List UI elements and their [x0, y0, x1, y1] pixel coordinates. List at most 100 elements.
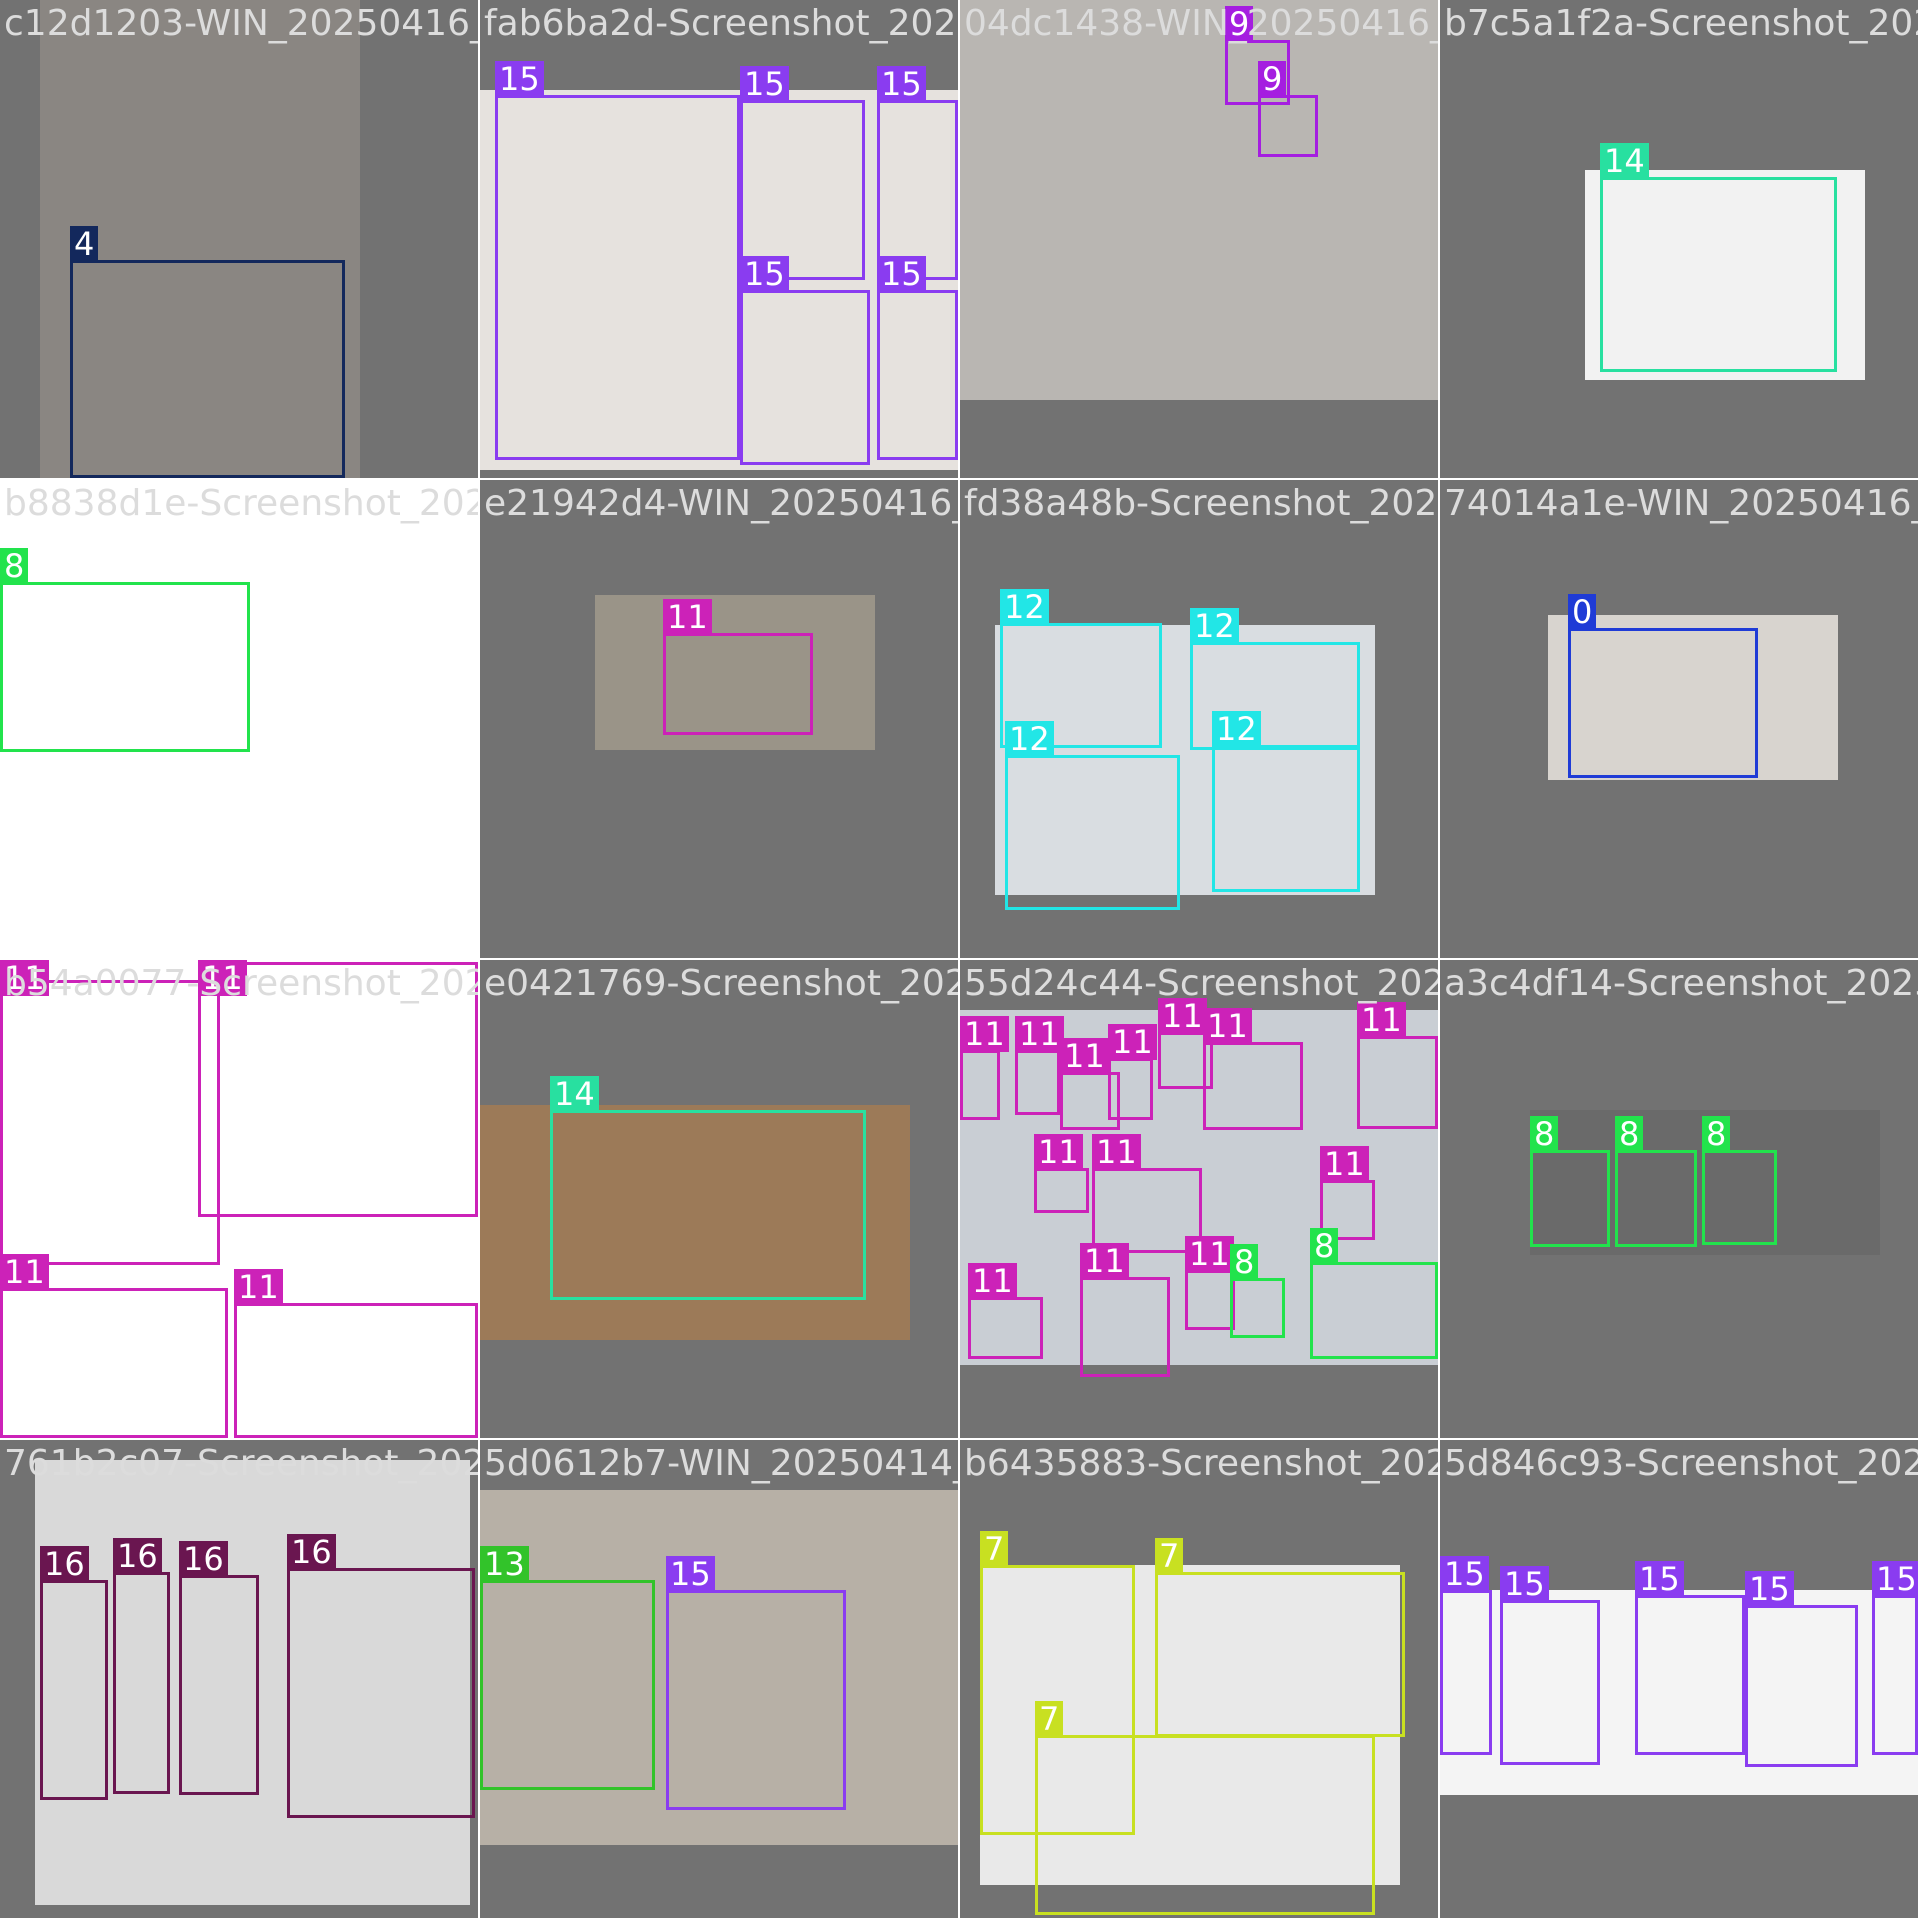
tile-filename: b7c5a1f2a-Screenshot_2025- [1444, 3, 1918, 44]
tile-filename: 761b2c07-Screenshot_2025 [4, 1443, 478, 1484]
bbox-class-7 [1155, 1572, 1405, 1737]
bbox-class-4 [70, 260, 345, 478]
bbox-class-label: 16 [287, 1534, 336, 1570]
bbox-class-label: 11 [1108, 1024, 1157, 1060]
bbox-class-16 [113, 1572, 170, 1794]
bbox-class-15 [877, 290, 958, 460]
bbox-class-11 [0, 1288, 228, 1438]
bbox-class-label: 8 [1702, 1116, 1731, 1152]
mosaic-tile: e0421769-Screenshot_2025 14 [480, 960, 958, 1438]
mosaic-tile: e21942d4-WIN_20250416_0 11 [480, 480, 958, 958]
bbox-class-label: 15 [1440, 1556, 1489, 1592]
bbox-class-8 [1310, 1262, 1438, 1359]
bbox-class-label: 11 [1320, 1146, 1369, 1182]
bbox-class-12 [1212, 745, 1360, 892]
bbox-class-11 [234, 1303, 478, 1438]
mosaic-tile: 761b2c07-Screenshot_2025 16 16 16 16 [0, 1440, 478, 1918]
mosaic-tile: b8838d1e-Screenshot_2025 8 [0, 480, 478, 958]
bbox-class-label: 15 [1872, 1561, 1918, 1597]
tile-photo [960, 0, 1438, 400]
bbox-class-16 [179, 1575, 259, 1795]
mosaic-tile: b6435883-Screenshot_2025- 7 7 7 [960, 1440, 1438, 1918]
bbox-class-label: 11 [1034, 1134, 1083, 1170]
bbox-class-11 [968, 1297, 1043, 1359]
bbox-class-label: 12 [1005, 721, 1054, 757]
bbox-class-label: 11 [663, 599, 712, 635]
bbox-class-15 [1745, 1605, 1858, 1767]
tile-filename: e21942d4-WIN_20250416_0 [484, 483, 958, 524]
bbox-class-label: 8 [1530, 1116, 1559, 1152]
bbox-class-label: 15 [1745, 1571, 1794, 1607]
bbox-class-label: 11 [234, 1269, 283, 1305]
bbox-class-13 [480, 1580, 655, 1790]
bbox-class-label: 8 [0, 548, 29, 584]
bbox-class-11 [1108, 1058, 1153, 1120]
bbox-class-15 [666, 1590, 846, 1810]
bbox-class-label: 8 [1310, 1228, 1339, 1264]
tile-filename: 55d24c44-Screenshot_2025 [964, 963, 1438, 1004]
mosaic-tile: 5d0612b7-WIN_20250414_1 13 15 [480, 1440, 958, 1918]
bbox-class-8 [1230, 1278, 1285, 1338]
bbox-class-16 [287, 1568, 475, 1818]
bbox-class-label: 4 [70, 226, 99, 262]
bbox-class-label: 16 [40, 1546, 89, 1582]
bbox-class-8 [0, 582, 250, 752]
bbox-class-label: 11 [1015, 1016, 1064, 1052]
bbox-class-15 [877, 100, 958, 280]
bbox-class-8 [1615, 1150, 1697, 1247]
mosaic-tile: 74014a1e-WIN_20250416_0 0 [1440, 480, 1918, 958]
bbox-class-label: 12 [1190, 608, 1239, 644]
bbox-class-11 [960, 1050, 1000, 1120]
bbox-class-15 [740, 290, 870, 465]
bbox-class-label: 11 [968, 1263, 1017, 1299]
tile-filename: fd38a48b-Screenshot_2025- [964, 483, 1438, 524]
tile-filename: 5d0612b7-WIN_20250414_1 [484, 1443, 958, 1484]
bbox-class-label: 12 [1000, 589, 1049, 625]
bbox-class-15 [1500, 1600, 1600, 1765]
bbox-class-15 [740, 100, 865, 280]
tile-filename: 04dc1438-WIN_20250416_0 [964, 3, 1438, 44]
bbox-class-label: 0 [1568, 594, 1597, 630]
bbox-class-14 [1600, 177, 1837, 372]
tile-filename: e0421769-Screenshot_2025 [484, 963, 958, 1004]
bbox-class-label: 8 [1230, 1244, 1259, 1280]
tile-filename: a3c4df14-Screenshot_2025- [1444, 963, 1918, 1004]
tile-filename: c12d1203-WIN_20250416_01_55_21_Pro.jpg [4, 3, 478, 44]
bbox-class-15 [1872, 1595, 1918, 1755]
bbox-class-label: 15 [666, 1556, 715, 1592]
training-batch-mosaic: c12d1203-WIN_20250416_01_55_21_Pro.jpg 4 f… [0, 0, 1920, 1920]
bbox-class-label: 11 [960, 1016, 1009, 1052]
bbox-class-11 [1015, 1050, 1060, 1115]
bbox-class-11 [1185, 1270, 1235, 1330]
mosaic-tile: a3c4df14-Screenshot_2025- 8 8 8 [1440, 960, 1918, 1438]
mosaic-tile: fd38a48b-Screenshot_2025- 12 12 12 12 [960, 480, 1438, 958]
mosaic-tile: fab6ba2d-Screenshot_2025- 15 15 15 15 15 [480, 0, 958, 478]
bbox-class-15 [1440, 1590, 1492, 1755]
bbox-class-label: 14 [550, 1076, 599, 1112]
tile-filename: 5d846c93-Screenshot_2025 [1444, 1443, 1918, 1484]
mosaic-tile: 55d24c44-Screenshot_2025 11 11 11 11 11 11 11 11… [960, 960, 1438, 1438]
tile-filename: b54a0077-Screenshot_2025 [4, 963, 478, 1004]
tile-filename: b8838d1e-Screenshot_2025 [4, 483, 478, 524]
bbox-class-8 [1702, 1150, 1777, 1245]
bbox-class-label: 15 [1635, 1561, 1684, 1597]
mosaic-tile: 5d846c93-Screenshot_2025 15 15 15 15 15 [1440, 1440, 1918, 1918]
bbox-class-label: 7 [1035, 1701, 1064, 1737]
tile-filename: b6435883-Screenshot_2025- [964, 1443, 1438, 1484]
bbox-class-7 [1035, 1735, 1375, 1915]
bbox-class-label: 8 [1615, 1116, 1644, 1152]
mosaic-tile: c12d1203-WIN_20250416_01_55_21_Pro.jpg 4 [0, 0, 478, 478]
bbox-class-8 [1530, 1150, 1610, 1247]
bbox-class-label: 7 [980, 1531, 1009, 1567]
bbox-class-label: 7 [1155, 1538, 1184, 1574]
bbox-class-label: 9 [1258, 61, 1287, 97]
bbox-class-9 [1258, 95, 1318, 157]
bbox-class-label: 16 [179, 1541, 228, 1577]
bbox-class-11 [1034, 1168, 1089, 1213]
bbox-class-label: 16 [113, 1538, 162, 1574]
bbox-class-11 [663, 633, 813, 735]
bbox-class-label: 12 [1212, 711, 1261, 747]
mosaic-tile: 04dc1438-WIN_20250416_0 9 9 [960, 0, 1438, 478]
bbox-class-0 [1568, 628, 1758, 778]
bbox-class-label: 14 [1600, 143, 1649, 179]
